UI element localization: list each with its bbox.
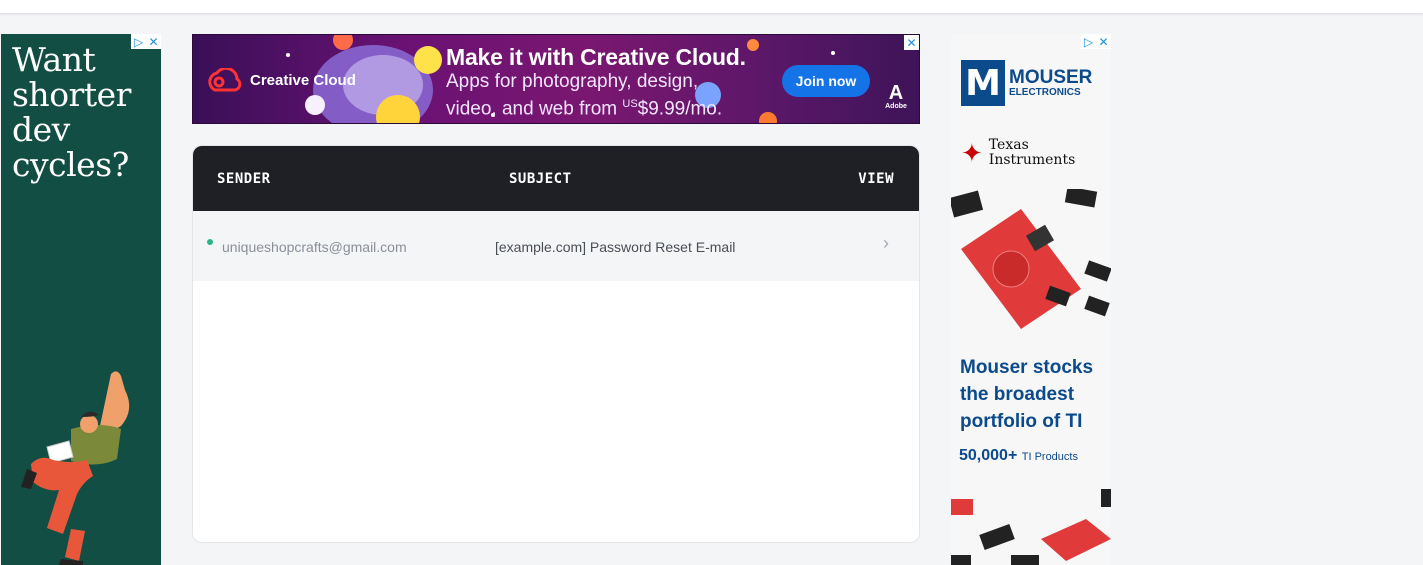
ti-line-1: Texas [988,137,1029,153]
ad-headline: Want shorter dev cycles? [12,40,131,184]
ad-tagline: Mouser stocks the broadest portfolio of … [960,357,1094,432]
ti-logo: ✦ Texas Instruments [961,138,1075,168]
row-sender: uniqueshopcrafts@gmail.com [222,239,407,255]
chevron-right-icon[interactable]: › [883,233,889,254]
stat-label: TI Products [1021,451,1078,463]
row-subject: [example.com] Password Reset E-mail [495,239,736,255]
join-now-button[interactable]: Join now [782,65,870,97]
ad-subline: Apps for photography, design, video, and… [446,71,736,120]
top-strip [0,0,1423,14]
mouser-logo: M MOUSER ELECTRONICS [961,60,1092,106]
mouser-sub: ELECTRONICS [1009,86,1081,98]
right-ad[interactable]: ▷ ✕ M MOUSER ELECTRONICS ✦ Texas Instrum… [951,34,1111,565]
column-header-view: VIEW [858,170,894,187]
mouser-logo-icon: M [961,60,1005,106]
ti-line-2: Instruments [988,152,1076,168]
table-row[interactable]: uniqueshopcrafts@gmail.com [example.com]… [193,211,919,281]
ad-stat: 50,000+ TI Products [959,447,1078,465]
ad-currency: US [622,98,638,110]
creative-cloud-logo-icon [208,68,242,92]
close-icon[interactable]: ✕ [1096,34,1111,49]
top-banner-ad[interactable]: Creative Cloud Make it with Creative Clo… [192,34,920,124]
chips-image [951,489,1111,565]
adchoices-icon[interactable]: ▷ [1081,34,1096,49]
ad-subline-2: video, and web from [446,98,623,120]
ad-subline-1: Apps for photography, design, [446,71,699,92]
adobe-logo: A Adobe [883,83,909,110]
close-icon[interactable]: ✕ [904,35,919,50]
ad-headline: Make it with Creative Cloud. [446,44,746,70]
ad-price: $9.99/mo. [637,98,723,120]
adobe-label: Adobe [885,103,907,110]
inbox-header: SENDER SUBJECT VIEW [193,146,919,211]
column-header-sender: SENDER [217,170,271,187]
inbox-table: SENDER SUBJECT VIEW uniqueshopcrafts@gma… [192,145,920,543]
ti-logo-icon: ✦ [961,138,983,168]
stat-number: 50,000+ [959,447,1018,464]
column-header-subject: SUBJECT [509,170,572,187]
adobe-logo-icon: A [888,82,904,104]
mouser-brand: MOUSER [1009,66,1093,88]
ad-controls: ▷ ✕ [1081,34,1111,49]
circuit-board-image [951,189,1111,329]
person-illustration [21,371,130,565]
left-ad[interactable]: ▷ ✕ Want shorter dev cycles? [1,34,161,565]
unread-dot-icon [207,239,213,245]
ad-brand: Creative Cloud [250,72,356,89]
